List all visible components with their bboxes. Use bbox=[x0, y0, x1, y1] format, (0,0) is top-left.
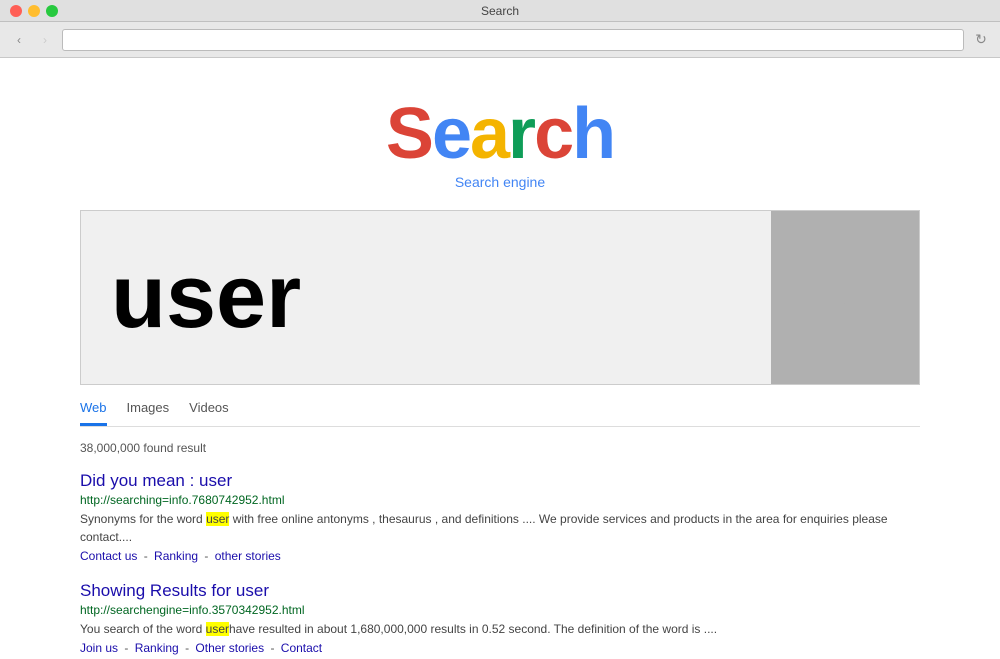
tab-images[interactable]: Images bbox=[127, 400, 170, 426]
result-link[interactable]: Contact bbox=[281, 641, 322, 655]
result-link[interactable]: Ranking bbox=[135, 641, 179, 655]
tab-videos[interactable]: Videos bbox=[189, 400, 229, 426]
result-links: Join us - Ranking - Other stories - Cont… bbox=[80, 641, 920, 655]
maximize-button[interactable] bbox=[46, 5, 58, 17]
results-area: 38,000,000 found result Did you mean : u… bbox=[80, 427, 920, 655]
window-controls bbox=[10, 5, 58, 17]
page-content: Search Search engine user Web Images Vid… bbox=[0, 58, 1000, 659]
address-bar[interactable] bbox=[62, 29, 964, 51]
titlebar: Search bbox=[0, 0, 1000, 22]
logo-letter-c: c bbox=[534, 94, 572, 174]
logo-letter-a: a bbox=[470, 94, 508, 174]
logo-letter-s: S bbox=[386, 94, 432, 174]
result-count: 38,000,000 found result bbox=[80, 441, 920, 455]
result-title[interactable]: Showing Results for user bbox=[80, 581, 920, 601]
search-input-display[interactable]: user bbox=[81, 211, 771, 384]
snippet-text: You search of the word bbox=[80, 622, 206, 636]
result-item: Did you mean : user http://searching=inf… bbox=[80, 471, 920, 563]
result-link[interactable]: Ranking bbox=[154, 549, 198, 563]
close-button[interactable] bbox=[10, 5, 22, 17]
result-link[interactable]: other stories bbox=[215, 549, 281, 563]
result-snippet: You search of the word userhave resulted… bbox=[80, 620, 920, 638]
logo-section: Search Search engine bbox=[0, 58, 1000, 210]
logo-letter-h: h bbox=[572, 94, 614, 174]
result-item: Showing Results for user http://searchen… bbox=[80, 581, 920, 655]
result-link[interactable]: Join us bbox=[80, 641, 118, 655]
search-button[interactable] bbox=[771, 211, 919, 384]
search-box-area[interactable]: user bbox=[80, 210, 920, 385]
result-link[interactable]: Contact us bbox=[80, 549, 137, 563]
highlight-word: user bbox=[206, 512, 229, 526]
reload-button[interactable]: ↻ bbox=[972, 31, 990, 49]
search-tabs: Web Images Videos bbox=[80, 385, 920, 427]
snippet-text-2: have resulted in about 1,680,000,000 res… bbox=[229, 622, 717, 636]
separator: - bbox=[140, 549, 151, 563]
separator: - bbox=[267, 641, 278, 655]
search-query: user bbox=[111, 246, 301, 349]
logo: Search bbox=[0, 98, 1000, 170]
minimize-button[interactable] bbox=[28, 5, 40, 17]
highlight-word: user bbox=[206, 622, 229, 636]
logo-letter-r: r bbox=[508, 94, 534, 174]
separator: - bbox=[121, 641, 132, 655]
tab-web[interactable]: Web bbox=[80, 400, 107, 426]
browser-title: Search bbox=[481, 4, 519, 18]
result-snippet: Synonyms for the word user with free onl… bbox=[80, 510, 920, 546]
search-icon bbox=[805, 258, 885, 338]
back-button[interactable]: ‹ bbox=[10, 31, 28, 49]
result-url: http://searching=info.7680742952.html bbox=[80, 493, 920, 507]
separator: - bbox=[182, 641, 193, 655]
logo-subtitle: Search engine bbox=[0, 174, 1000, 190]
snippet-text: Synonyms for the word bbox=[80, 512, 206, 526]
forward-button[interactable]: › bbox=[36, 31, 54, 49]
separator: - bbox=[201, 549, 212, 563]
logo-letter-e: e bbox=[432, 94, 470, 174]
result-link[interactable]: Other stories bbox=[195, 641, 264, 655]
browser-toolbar: ‹ › ↻ bbox=[0, 22, 1000, 58]
result-title[interactable]: Did you mean : user bbox=[80, 471, 920, 491]
result-links: Contact us - Ranking - other stories bbox=[80, 549, 920, 563]
result-url: http://searchengine=info.3570342952.html bbox=[80, 603, 920, 617]
